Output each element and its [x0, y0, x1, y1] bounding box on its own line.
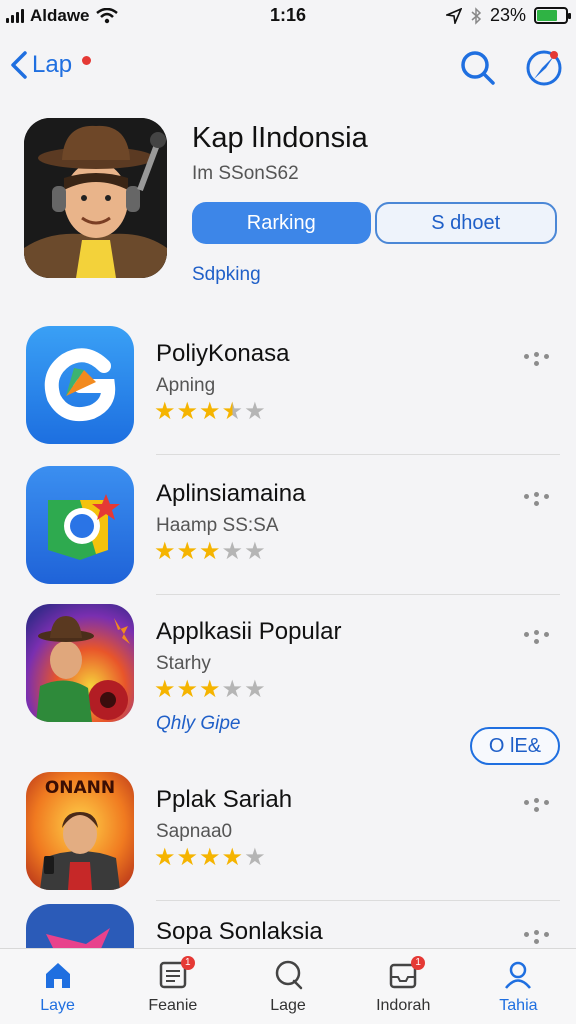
nav-bar: Lap — [0, 40, 576, 96]
rating-stars: ★ ★ ★ ★ ★ — [154, 678, 266, 702]
star-icon: ★ — [176, 538, 199, 565]
list-item[interactable]: Aplinsiamaina Haamp SS:SA ★ ★ ★ ★ ★ — [0, 460, 576, 595]
star-icon: ★ — [244, 398, 266, 425]
app-subtitle: Sapnaa0 — [156, 821, 233, 842]
search-icon — [272, 959, 304, 991]
tab-secondary[interactable]: S dhoet — [374, 202, 557, 244]
more-options-icon[interactable] — [524, 630, 554, 644]
rating-stars: ★ ★ ★ ★ ★ — [154, 540, 266, 564]
person-icon — [502, 959, 534, 991]
tab-inbox[interactable]: 1 Indorah — [346, 949, 461, 1024]
cowboy-portrait-icon — [24, 118, 167, 278]
tab-badge: 1 — [411, 956, 426, 970]
tab-search[interactable]: Lage — [230, 949, 345, 1024]
star-icon: ★ — [244, 676, 266, 703]
star-icon: ★ — [199, 676, 221, 703]
tab-home[interactable]: Laye — [0, 949, 115, 1024]
battery-icon — [534, 7, 571, 24]
app-name: PoliyKonasa — [156, 340, 290, 367]
notification-dot — [82, 56, 91, 65]
star-icon: ★ — [199, 844, 221, 871]
app-icon — [26, 466, 134, 584]
featured-app: Kap lIndonsia Im SSonS62 Rarking S dhoet… — [24, 118, 557, 286]
app-subtitle: Haamp SS:SA — [156, 515, 279, 536]
tab-label: Lage — [270, 997, 306, 1014]
star-icon: ★ — [154, 844, 176, 871]
more-options-icon[interactable] — [524, 492, 554, 506]
tab-label: Indorah — [376, 997, 431, 1014]
tab-badge: 1 — [180, 956, 195, 970]
tab-profile[interactable]: Tahia — [461, 949, 576, 1024]
more-options-icon[interactable] — [524, 798, 554, 812]
list-item[interactable]: ONANN Pplak Sariah Sapnaa0 ★ ★ ★ ★ ★ — [0, 766, 576, 901]
app-subtitle: Starhy — [156, 653, 211, 674]
star-icon: ★ — [221, 398, 244, 425]
star-icon: ★ — [176, 676, 199, 703]
star-icon: ★ — [244, 844, 266, 871]
star-icon: ★ — [176, 844, 199, 871]
star-icon: ★ — [154, 538, 176, 565]
compass-icon — [526, 50, 562, 86]
news-icon: 1 — [157, 956, 195, 991]
search-icon — [461, 51, 495, 85]
featured-app-subtitle: Im SSonS62 — [192, 163, 299, 184]
app-name: Pplak Sariah — [156, 786, 293, 813]
compass-button[interactable] — [524, 48, 564, 88]
star-icon: ★ — [221, 676, 244, 703]
star-icon: ★ — [199, 398, 221, 425]
home-icon — [42, 959, 74, 991]
divider — [156, 594, 560, 595]
divider — [156, 454, 560, 455]
back-label: Lap — [32, 51, 73, 78]
star-icon: ★ — [154, 398, 176, 425]
featured-app-icon[interactable] — [24, 118, 167, 278]
icon-banner-text: ONANN — [44, 778, 116, 798]
rating-stars: ★ ★ ★ ★ ★ — [154, 846, 266, 870]
bluetooth-icon — [471, 6, 482, 25]
swirl-g-icon — [26, 326, 134, 444]
star-icon: ★ — [199, 538, 221, 565]
featured-link[interactable]: Sdpking — [192, 264, 261, 286]
chrome-like-icon — [26, 466, 134, 584]
list-item[interactable]: PoliyKonasa Apning ★ ★ ★ ★ ★ — [0, 320, 576, 455]
tab-label: Feanie — [148, 997, 198, 1014]
location-arrow-icon — [445, 7, 462, 24]
tab-label: Tahia — [499, 997, 538, 1014]
nav-icons — [458, 48, 564, 88]
battery-percent: 23% — [489, 5, 526, 25]
status-bar: Aldawe 1:16 23% — [0, 0, 576, 32]
back-button[interactable]: Lap — [10, 50, 91, 80]
cowboy-art-icon — [26, 604, 134, 722]
rating-stars: ★ ★ ★ ★ ★ — [154, 400, 266, 424]
app-extra-link[interactable]: Qhly Gipe — [156, 713, 240, 735]
tab-label: Laye — [40, 997, 75, 1014]
star-icon: ★ — [221, 844, 244, 871]
status-right: 23% — [445, 5, 571, 26]
tab-news[interactable]: 1 Feanie — [115, 949, 230, 1024]
star-icon: ★ — [154, 676, 176, 703]
app-name: Aplinsiamaina — [156, 480, 306, 507]
star-icon: ★ — [176, 398, 199, 425]
more-options-icon[interactable] — [524, 930, 554, 944]
app-icon: ONANN — [26, 772, 134, 890]
segmented-control: Rarking S dhoet — [192, 202, 557, 244]
inbox-icon: 1 — [387, 956, 426, 991]
search-button[interactable] — [458, 48, 498, 88]
app-icon — [26, 326, 134, 444]
action-button[interactable]: O lE& — [470, 727, 560, 765]
star-icon: ★ — [244, 538, 266, 565]
star-icon: ★ — [221, 538, 244, 565]
featured-app-title: Kap lIndonsia — [192, 122, 368, 154]
app-name: Sopa Sonlaksia — [156, 918, 323, 945]
app-subtitle: Apning — [156, 375, 216, 396]
more-options-icon[interactable] — [524, 352, 554, 366]
chevron-left-icon — [11, 51, 27, 79]
tab-bar: Laye 1 Feanie Lage 1 Indorah Tahia — [0, 948, 576, 1024]
app-icon — [26, 604, 134, 722]
app-name: Applkasii Popular — [156, 618, 342, 645]
tab-ranking[interactable]: Rarking — [192, 202, 371, 244]
